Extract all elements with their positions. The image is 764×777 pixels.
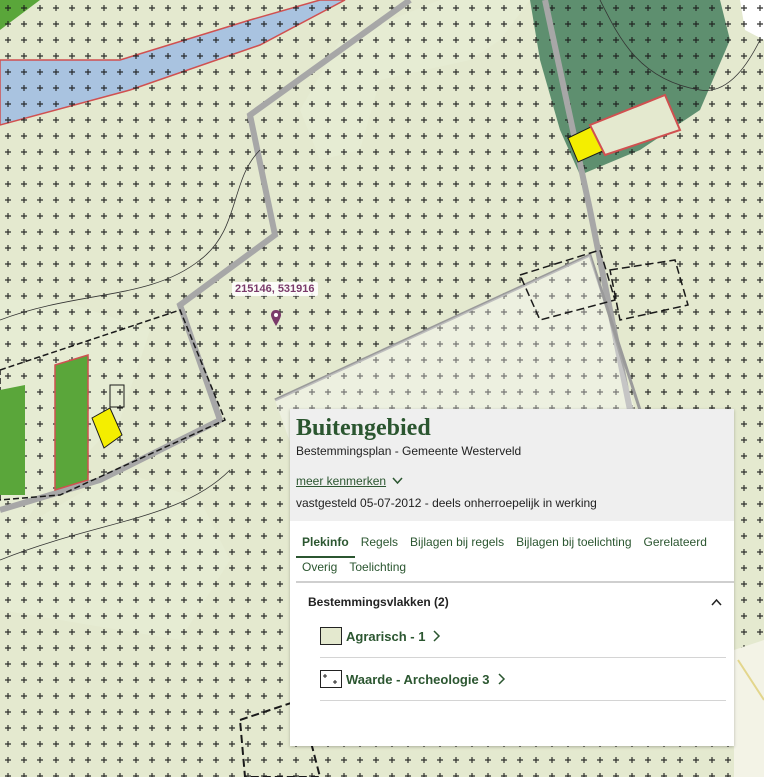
section-header[interactable]: Bestemmingsvlakken (2) — [290, 583, 734, 609]
tab-bar: Plekinfo Regels Bijlagen bij regels Bijl… — [296, 521, 734, 583]
tab-gerelateerd[interactable]: Gerelateerd — [638, 531, 713, 556]
tab-overig[interactable]: Overig — [296, 556, 343, 581]
plan-subtitle: Bestemmingsplan - Gemeente Westerveld — [296, 444, 522, 458]
chevron-down-icon — [392, 477, 403, 485]
legend-item-archeologie[interactable]: Waarde - Archeologie 3 — [320, 658, 726, 701]
section-title: Bestemmingsvlakken (2) — [308, 595, 449, 609]
chevron-up-icon[interactable] — [711, 598, 722, 606]
tab-bijlagen-toelichting[interactable]: Bijlagen bij toelichting — [510, 531, 637, 556]
coordinate-label: 215146, 531916 — [232, 282, 318, 296]
location-pin-icon[interactable] — [270, 309, 282, 327]
green-strip-1 — [0, 385, 25, 495]
tab-toelichting[interactable]: Toelichting — [343, 556, 412, 581]
legend-item-agrarisch[interactable]: Agrarisch - 1 — [320, 615, 726, 658]
plan-status: vastgesteld 05-07-2012 - deels onherroep… — [296, 496, 597, 510]
panel-header: Buitengebied Bestemmingsplan - Gemeente … — [290, 409, 734, 521]
chevron-right-icon — [497, 673, 505, 685]
agrarisch-swatch — [320, 627, 342, 645]
more-features-link[interactable]: meer kenmerken — [296, 474, 403, 488]
tab-regels[interactable]: Regels — [355, 531, 404, 556]
plan-title: Buitengebied — [296, 415, 431, 441]
more-features-label: meer kenmerken — [296, 474, 387, 488]
tab-plekinfo[interactable]: Plekinfo — [296, 531, 355, 558]
legend-label: Waarde - Archeologie 3 — [346, 671, 490, 687]
archeologie-swatch — [320, 670, 342, 688]
chevron-right-icon — [433, 630, 441, 642]
info-panel: Buitengebied Bestemmingsplan - Gemeente … — [290, 409, 734, 746]
green-strip-2 — [54, 353, 89, 492]
tab-bijlagen-regels[interactable]: Bijlagen bij regels — [404, 531, 510, 556]
legend-label: Agrarisch - 1 — [346, 628, 426, 644]
